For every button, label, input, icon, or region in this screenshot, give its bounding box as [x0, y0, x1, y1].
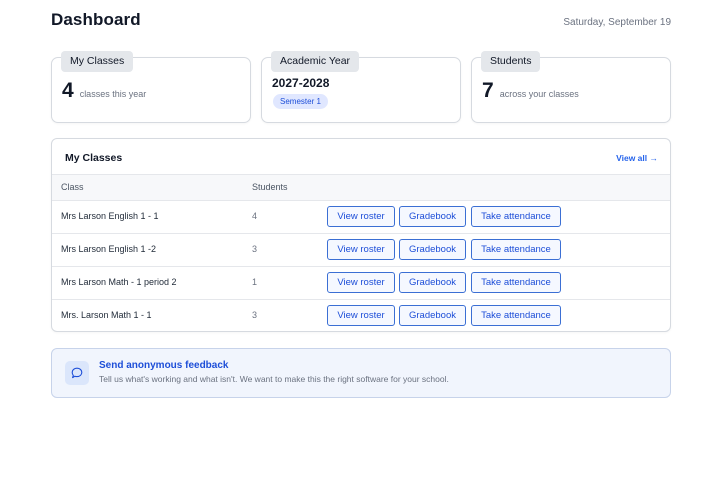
current-date: Saturday, September 19 [563, 17, 671, 28]
gradebook-button[interactable]: Gradebook [399, 206, 466, 227]
class-name: Mrs. Larson Math 1 - 1 [61, 310, 152, 320]
take-attendance-button[interactable]: Take attendance [471, 239, 561, 260]
view-all-link[interactable]: View all → [616, 153, 658, 163]
take-attendance-button[interactable]: Take attendance [471, 206, 561, 227]
view-roster-button[interactable]: View roster [327, 305, 395, 326]
stat-label-academic-year: Academic Year [271, 51, 360, 72]
column-header-class: Class [61, 182, 84, 192]
table-row: Mrs Larson English 1 - 1 4 View roster G… [52, 200, 670, 234]
view-roster-button[interactable]: View roster [327, 239, 395, 260]
stat-sub-students: across your classes [499, 89, 579, 99]
my-classes-card: My Classes View all → Class Students Mrs… [51, 138, 671, 332]
stat-card-classes: My Classes 4 classes this year [51, 51, 251, 123]
stat-label-students: Students [481, 51, 541, 72]
feedback-title[interactable]: Send anonymous feedback [99, 360, 228, 371]
academic-year-value: 2027-2028 [272, 76, 330, 90]
semester-badge: Semester 1 [273, 94, 328, 109]
student-count: 3 [252, 244, 258, 254]
stat-label-classes: My Classes [61, 51, 134, 72]
my-classes-title: My Classes [65, 152, 123, 164]
view-roster-button[interactable]: View roster [327, 272, 395, 293]
student-count: 1 [252, 277, 258, 287]
table-row: Mrs Larson Math - 1 period 2 1 View rost… [52, 266, 670, 300]
chat-bubble-icon [65, 361, 89, 385]
table-header: Class Students [52, 174, 670, 201]
class-name: Mrs Larson English 1 -2 [61, 244, 157, 254]
stat-value-classes: 4 [62, 79, 74, 102]
table-row: Mrs Larson English 1 -2 3 View roster Gr… [52, 233, 670, 267]
page-title: Dashboard [51, 10, 141, 29]
take-attendance-button[interactable]: Take attendance [471, 305, 561, 326]
gradebook-button[interactable]: Gradebook [399, 305, 466, 326]
column-header-students: Students [252, 182, 288, 192]
class-name: Mrs Larson English 1 - 1 [61, 211, 159, 221]
class-name: Mrs Larson Math - 1 period 2 [61, 277, 177, 287]
feedback-subtitle: Tell us what's working and what isn't. W… [99, 374, 449, 384]
student-count: 3 [252, 310, 258, 320]
take-attendance-button[interactable]: Take attendance [471, 272, 561, 293]
gradebook-button[interactable]: Gradebook [399, 239, 466, 260]
student-count: 4 [252, 211, 258, 221]
stat-card-academic-year: Academic Year 2027-2028 Semester 1 [261, 51, 461, 123]
table-row: Mrs. Larson Math 1 - 1 3 View roster Gra… [52, 299, 670, 331]
view-roster-button[interactable]: View roster [327, 206, 395, 227]
stat-card-students: Students 7 across your classes [471, 51, 671, 123]
stat-value-students: 7 [482, 79, 494, 102]
stat-sub-classes: classes this year [79, 89, 147, 99]
gradebook-button[interactable]: Gradebook [399, 272, 466, 293]
feedback-banner[interactable]: Send anonymous feedback Tell us what's w… [51, 348, 671, 398]
